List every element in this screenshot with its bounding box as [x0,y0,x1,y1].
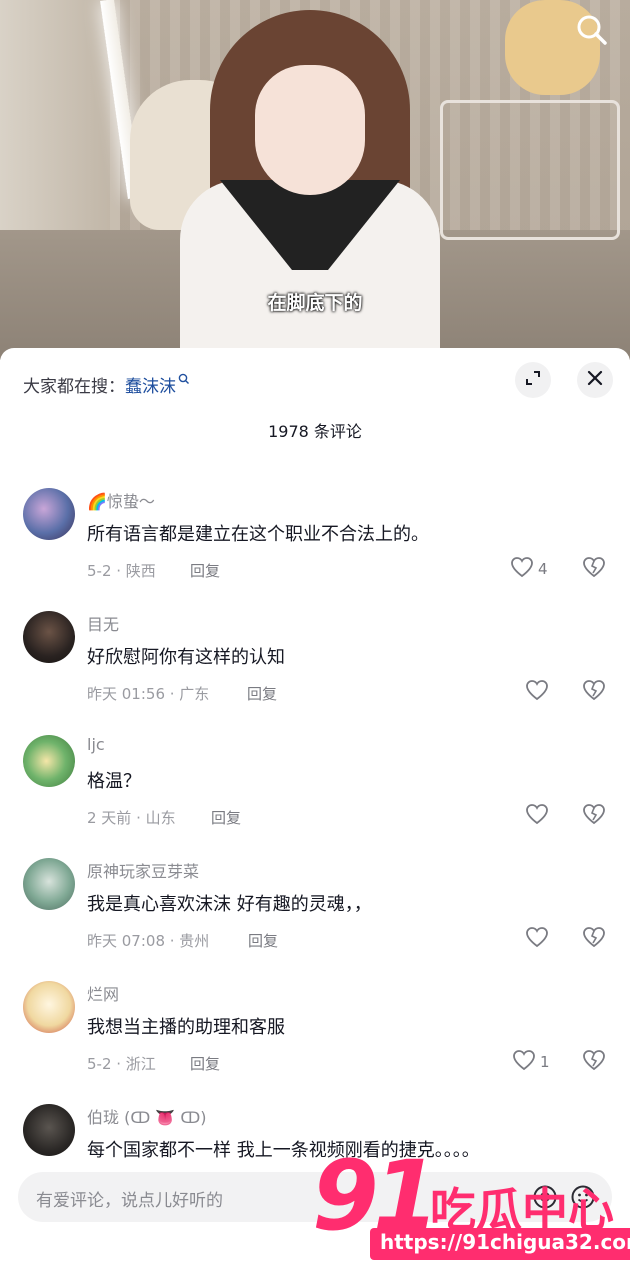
avatar[interactable] [23,611,75,663]
broken-heart-icon [582,680,606,705]
avatar[interactable] [23,735,75,787]
like-button[interactable] [525,926,553,952]
comment-meta: 昨天 07:08 · 贵州 [87,932,210,950]
video-background [440,100,620,240]
search-suggestion[interactable]: 大家都在搜：蠢沫沫 [23,372,190,397]
like-button[interactable] [525,679,553,705]
avatar[interactable] [23,488,75,540]
search-icon [178,372,190,392]
watermark-logo: 91 吃瓜中心 https://91chigua32.com [312,1140,630,1270]
video-subtitle: 在脚底下的 [267,292,363,314]
broken-heart-icon [582,1050,606,1075]
comment-meta: 昨天 01:56 · 广东 [87,685,210,703]
dislike-button[interactable] [582,803,606,829]
comment-meta: 5-2 · 陕西 [87,562,156,580]
close-icon [586,369,604,391]
like-count: 4 [538,560,548,578]
comment-item: 🌈惊蛰～ 所有语言都是建立在这个职业不合法上的。 5-2 · 陕西 回复 4 [0,488,630,608]
broken-heart-icon [582,557,606,582]
avatar[interactable] [23,858,75,910]
comment-text: 格温？ [87,771,141,792]
expand-icon [524,369,542,391]
comment-item: 原神玩家豆芽菜 我是真心喜欢沫沫 好有趣的灵魂，， 昨天 07:08 · 贵州 … [0,858,630,978]
watermark-url: https://91chigua32.com [370,1228,630,1260]
heart-icon [525,679,549,705]
dislike-button[interactable] [582,556,606,582]
search-suggestion-prefix: 大家都在搜： [23,377,125,397]
dislike-button[interactable] [582,679,606,705]
like-count: 1 [540,1053,550,1071]
search-icon[interactable] [574,12,610,48]
reply-button[interactable]: 回复 [211,807,241,828]
comment-text: 所有语言都是建立在这个职业不合法上的。 [87,524,429,545]
heart-icon [512,1049,536,1075]
video-player[interactable]: 在脚底下的 [0,0,630,360]
comment-author[interactable]: 🌈惊蛰～ [87,488,155,512]
broken-heart-icon [582,927,606,952]
close-button[interactable] [577,362,613,398]
reply-button[interactable]: 回复 [190,560,220,581]
comment-meta: 5-2 · 浙江 [87,1055,156,1073]
comment-text: 我想当主播的助理和客服 [87,1017,285,1038]
avatar[interactable] [23,1104,75,1156]
reply-button[interactable]: 回复 [248,930,278,951]
dislike-button[interactable] [582,926,606,952]
dislike-button[interactable] [582,1049,606,1075]
comment-count: 1978 条评论 [268,422,362,441]
comment-meta: 2 天前 · 山东 [87,809,176,827]
heart-icon [525,803,549,829]
comment-author[interactable]: 烂网 [87,981,119,1005]
comment-item: 目无 好欣慰阿你有这样的认知 昨天 01:56 · 广东 回复 [0,611,630,731]
comment-input-placeholder: 有爱评论，说点儿好听的 [36,1191,223,1211]
comment-item: ljc 格温？ 2 天前 · 山东 回复 [0,735,630,855]
expand-button[interactable] [515,362,551,398]
broken-heart-icon [582,804,606,829]
comment-text: 好欣慰阿你有这样的认知 [87,647,285,668]
reply-button[interactable]: 回复 [247,683,277,704]
comment-author[interactable]: 原神玩家豆芽菜 [87,858,199,882]
comment-author[interactable]: ljc [87,735,105,754]
like-button[interactable] [525,803,553,829]
avatar[interactable] [23,981,75,1033]
comment-text: 我是真心喜欢沫沫 好有趣的灵魂，， [87,894,372,915]
heart-icon [510,556,534,582]
like-button[interactable]: 4 [510,556,548,582]
heart-icon [525,926,549,952]
comment-author[interactable]: 目无 [87,611,119,635]
reply-button[interactable]: 回复 [190,1053,220,1074]
search-suggestion-keyword[interactable]: 蠢沫沫 [125,377,176,397]
comment-author[interactable]: 伯珑 (ↀ 👅 ↀ) [87,1104,207,1128]
comment-item: 烂网 我想当主播的助理和客服 5-2 · 浙江 回复 1 [0,981,630,1101]
like-button[interactable]: 1 [512,1049,550,1075]
